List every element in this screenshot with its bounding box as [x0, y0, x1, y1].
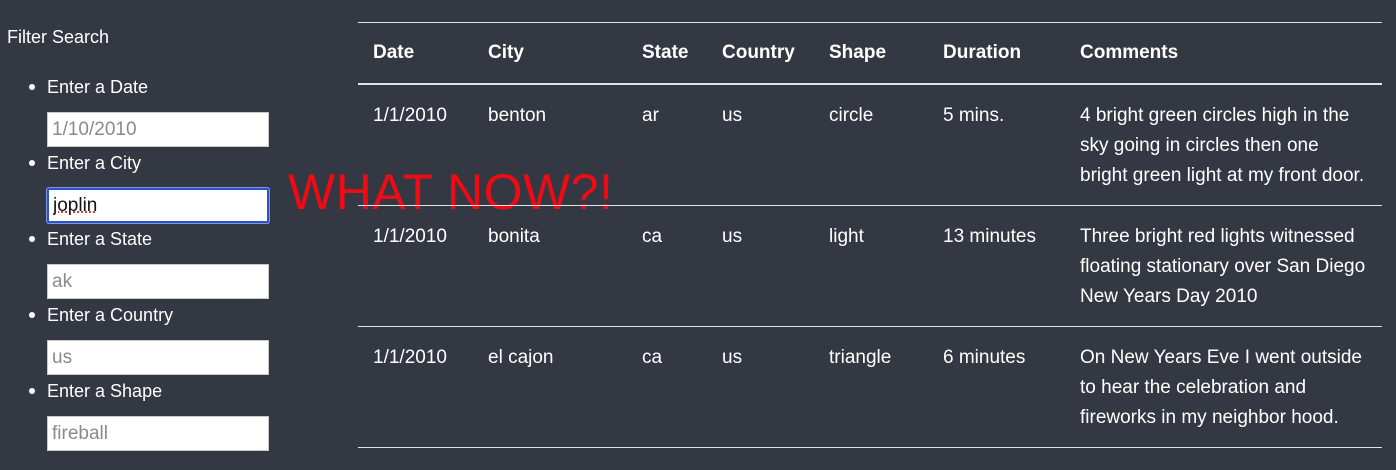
cell-country: us [722, 347, 743, 368]
table-row: 1/1/2010 bonita ca us light 13 minutes T… [358, 206, 1382, 327]
cell-shape: light [829, 226, 864, 247]
bullet-icon [29, 388, 35, 394]
filter-title: Filter Search [7, 27, 110, 47]
page: Filter Search Enter a Date Enter a City … [0, 0, 1396, 470]
date-input[interactable] [47, 112, 269, 147]
cell-state: ca [642, 226, 663, 247]
bullet-icon [29, 160, 35, 166]
column-header-city: City [488, 42, 524, 63]
cell-shape: triangle [829, 347, 892, 368]
cell-date: 1/1/2010 [373, 226, 447, 247]
bullet-icon [29, 84, 35, 90]
table-header: Date City State Country Shape Duration C… [358, 22, 1382, 84]
country-input[interactable] [47, 340, 269, 375]
table-row: 1/1/2010 el cajon ca us triangle 6 minut… [358, 327, 1382, 448]
cell-country: us [722, 105, 743, 126]
cell-state: ca [642, 347, 663, 368]
ufo-table: Date City State Country Shape Duration C… [358, 22, 1382, 448]
date-label: Enter a Date [47, 77, 149, 97]
table-row: 1/1/2010 benton ar us circle 5 mins. 4 b… [358, 84, 1382, 206]
cell-comments: 4 bright green circles high in the sky g… [1080, 105, 1365, 186]
cell-state: ar [642, 105, 659, 126]
ufo-table-container: Date City State Country Shape Duration C… [358, 22, 1382, 448]
column-header-comments: Comments [1080, 42, 1179, 63]
cell-country: us [722, 226, 743, 247]
column-header-shape: Shape [829, 42, 887, 63]
cell-duration: 6 minutes [943, 347, 1026, 368]
column-header-country: Country [722, 42, 795, 63]
shape-input[interactable] [47, 416, 269, 451]
state-input[interactable] [47, 264, 269, 299]
filter-sidebar: Filter Search Enter a Date Enter a City … [0, 0, 300, 470]
cell-duration: 5 mins. [943, 105, 1005, 126]
table-body: 1/1/2010 benton ar us circle 5 mins. 4 b… [358, 84, 1382, 448]
bullet-icon [29, 236, 35, 242]
shape-label: Enter a Shape [47, 381, 163, 401]
cell-comments: Three bright red lights witnessed floati… [1080, 226, 1366, 307]
cell-city: el cajon [488, 347, 554, 368]
column-header-date: Date [373, 42, 415, 63]
cell-city: bonita [488, 226, 540, 247]
bullet-icon [29, 312, 35, 318]
country-label: Enter a Country [47, 305, 174, 325]
header-row: Date City State Country Shape Duration C… [358, 22, 1382, 84]
city-label: Enter a City [47, 153, 142, 173]
state-label: Enter a State [47, 229, 153, 249]
city-input[interactable] [47, 188, 269, 223]
cell-comments: On New Years Eve I went outside to hear … [1080, 347, 1362, 428]
cell-shape: circle [829, 105, 874, 126]
cell-date: 1/1/2010 [373, 347, 447, 368]
cell-city: benton [488, 105, 547, 126]
cell-duration: 13 minutes [943, 226, 1036, 247]
column-header-state: State [642, 42, 689, 63]
column-header-duration: Duration [943, 42, 1022, 63]
cell-date: 1/1/2010 [373, 105, 447, 126]
